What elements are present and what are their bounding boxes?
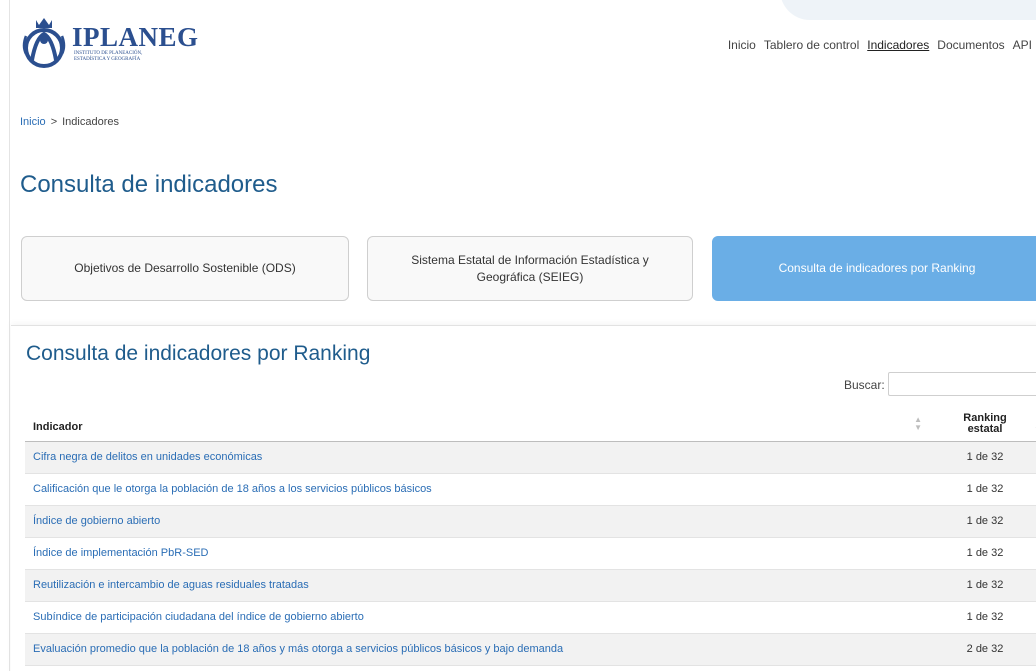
table-header-row: Indicador ▲▼ Ranking estatal ▲ xyxy=(25,404,1036,442)
table-row: Cifra negra de delitos en unidades econó… xyxy=(25,441,1036,474)
tab-ranking-label: Consulta de indicadores por Ranking xyxy=(778,261,976,275)
table-row: Subíndice de participación ciudadana del… xyxy=(25,601,1036,634)
ranking-value: 1 de 32 xyxy=(930,569,1036,602)
ranking-table: Indicador ▲▼ Ranking estatal ▲ Cifra neg… xyxy=(25,404,1036,666)
table-row: Reutilización e intercambio de aguas res… xyxy=(25,569,1036,602)
ranking-value: 1 de 32 xyxy=(930,441,1036,474)
breadcrumb-home-link[interactable]: Inicio xyxy=(20,116,46,128)
ranking-value: 1 de 32 xyxy=(930,505,1036,538)
column-header-indicador[interactable]: Indicador ▲ ▼ xyxy=(25,404,930,442)
breadcrumb-current: Indicadores xyxy=(62,116,119,128)
indicator-link[interactable]: Índice de implementación PbR-SED xyxy=(25,537,930,570)
search-label: Buscar: xyxy=(844,378,885,392)
search-input[interactable] xyxy=(888,372,1036,396)
indicator-link[interactable]: Índice de gobierno abierto xyxy=(25,505,930,538)
logo-emblem-icon xyxy=(22,18,66,68)
site-header: IPLANEG INSTITUTO DE PLANEACIÓN, ESTADÍS… xyxy=(0,0,1036,90)
nav-item-inicio[interactable]: Inicio xyxy=(728,38,756,52)
table-row: Índice de implementación PbR-SED 1 de 32 xyxy=(25,537,1036,570)
column-header-ranking-label: Ranking estatal xyxy=(963,411,1007,435)
column-header-indicador-label: Indicador xyxy=(33,420,83,433)
breadcrumb-separator: > xyxy=(50,116,58,128)
table-row: Evaluación promedio que la población de … xyxy=(25,633,1036,666)
tab-seieg-label: Sistema Estatal de Información Estadísti… xyxy=(411,252,649,284)
column-header-ranking[interactable]: Ranking estatal ▲ xyxy=(930,404,1036,442)
ranking-value: 1 de 32 xyxy=(930,537,1036,570)
nav-item-api[interactable]: API xyxy=(1013,38,1032,52)
ranking-value: 2 de 32 xyxy=(930,633,1036,666)
indicator-link[interactable]: Reutilización e intercambio de aguas res… xyxy=(25,569,930,602)
tab-ods-label: Objetivos de Desarrollo Sostenible (ODS) xyxy=(74,261,296,275)
brand-subtitle: INSTITUTO DE PLANEACIÓN, ESTADÍSTICA Y G… xyxy=(74,51,143,62)
brand-name: IPLANEG xyxy=(72,22,199,52)
page-edge xyxy=(9,0,10,671)
nav-item-documentos[interactable]: Documentos xyxy=(937,38,1004,52)
tab-ods[interactable]: Objetivos de Desarrollo Sostenible (ODS) xyxy=(21,236,349,301)
indicator-link[interactable]: Cifra negra de delitos en unidades econó… xyxy=(25,441,930,474)
nav-item-indicadores[interactable]: Indicadores xyxy=(867,38,929,52)
tab-ranking[interactable]: Consulta de indicadores por Ranking xyxy=(712,236,1036,301)
panel-title: Consulta de indicadores por Ranking xyxy=(26,342,371,365)
breadcrumb: Inicio > Indicadores xyxy=(20,116,119,128)
main-nav: Inicio Tablero de control Indicadores Do… xyxy=(728,38,1032,52)
sort-both-icon: ▲ ▼ xyxy=(914,414,922,432)
tab-seieg[interactable]: Sistema Estatal de Información Estadísti… xyxy=(367,236,693,301)
indicator-link[interactable]: Subíndice de participación ciudadana del… xyxy=(25,601,930,634)
indicator-link[interactable]: Evaluación promedio que la población de … xyxy=(25,633,930,666)
ranking-value: 1 de 32 xyxy=(930,473,1036,506)
page-title: Consulta de indicadores xyxy=(20,171,278,198)
iplaneg-logo[interactable]: IPLANEG INSTITUTO DE PLANEACIÓN, ESTADÍS… xyxy=(18,14,199,72)
indicator-link[interactable]: Calificación que le otorga la población … xyxy=(25,473,930,506)
nav-item-tablero[interactable]: Tablero de control xyxy=(764,38,859,52)
table-row: Calificación que le otorga la población … xyxy=(25,473,1036,506)
ranking-value: 1 de 32 xyxy=(930,601,1036,634)
table-row: Índice de gobierno abierto 1 de 32 xyxy=(25,505,1036,538)
